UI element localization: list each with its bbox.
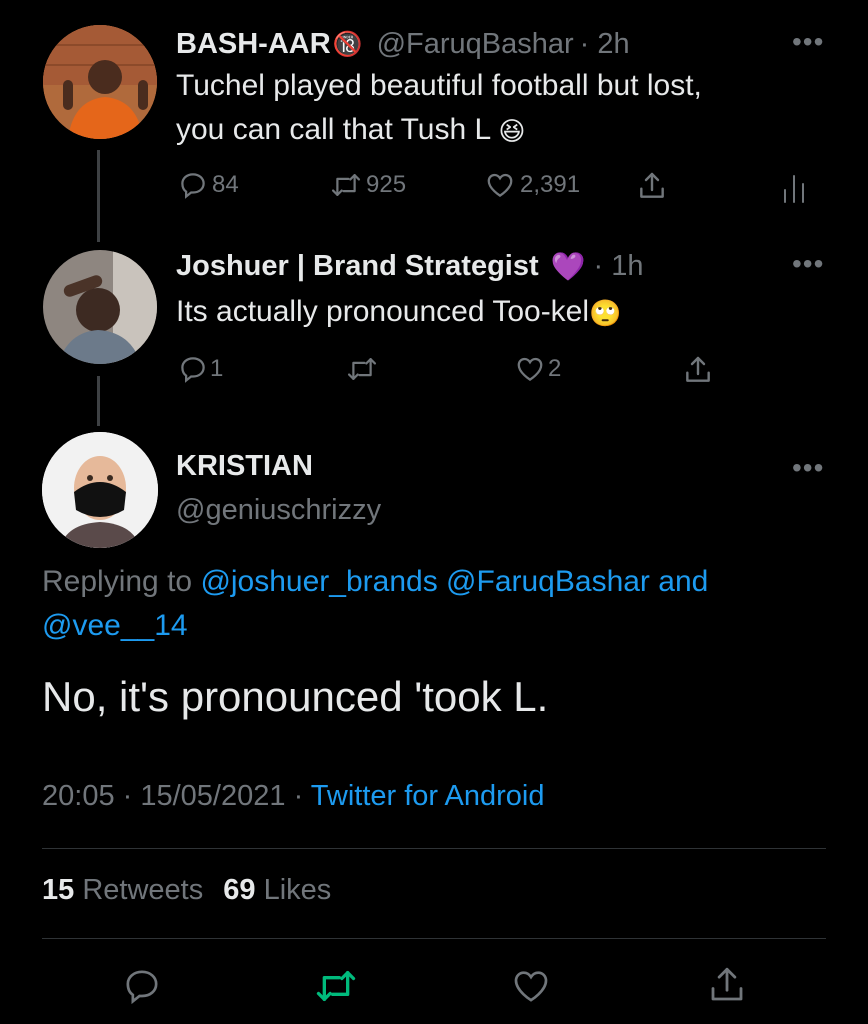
replying-to: Replying to @joshuer_brands @FaruqBashar… <box>42 565 709 642</box>
engagement-stats: 15 Retweets 69 Likes <box>42 874 331 907</box>
timestamp[interactable]: · 2h <box>580 28 630 61</box>
age-restricted-badge: 🔞 <box>332 30 363 58</box>
share-icon <box>640 172 664 198</box>
avatar[interactable] <box>42 432 158 548</box>
tweet-text: Its actually pronounced Too-kel🙄 <box>176 290 816 335</box>
heart-icon <box>517 357 543 381</box>
timestamp[interactable]: · 1h <box>594 250 644 283</box>
retweet-icon <box>316 971 356 1001</box>
mention-link[interactable]: @vee__14 <box>42 609 188 642</box>
tweet-text: Tuchel played beautiful football but los… <box>176 64 816 153</box>
retweet-button[interactable] <box>346 354 378 384</box>
divider <box>42 938 826 939</box>
reply-icon <box>181 357 205 383</box>
thread-line <box>97 376 100 426</box>
analytics-button[interactable] <box>782 170 806 204</box>
laughing-emoji: 😆 <box>498 116 526 147</box>
mention-link[interactable]: @joshuer_brands <box>200 565 437 598</box>
display-name[interactable]: BASH-AAR <box>176 28 331 61</box>
more-horizontal-icon[interactable]: ••• <box>792 248 824 280</box>
reply-button[interactable]: 84 <box>178 170 239 200</box>
likes-stat[interactable]: 69 Likes <box>223 874 331 906</box>
mention-link[interactable]: @FaruqBashar <box>446 565 650 598</box>
share-button[interactable] <box>636 170 668 202</box>
more-horizontal-icon[interactable]: ••• <box>792 26 824 58</box>
like-button[interactable]: 2,391 <box>484 170 580 200</box>
more-horizontal-icon[interactable]: ••• <box>792 452 824 484</box>
share-button[interactable] <box>682 354 714 386</box>
share-icon <box>686 356 710 382</box>
divider <box>42 848 826 849</box>
reply-icon <box>181 173 205 199</box>
tweet-text: No, it's pronounced 'took L. <box>42 673 549 720</box>
handle[interactable]: @FaruqBashar <box>377 28 574 61</box>
tweet-time: 20:05 <box>42 780 115 812</box>
reply-count: 84 <box>212 171 239 198</box>
eye-roll-emoji: 🙄 <box>589 298 622 329</box>
share-icon <box>711 967 743 1001</box>
handle[interactable]: @geniuschrizzy <box>176 494 381 527</box>
display-name[interactable]: Joshuer | Brand Strategist <box>176 250 539 283</box>
tweet-meta: 20:05 · 15/05/2021 · Twitter for Android <box>42 780 545 812</box>
retweet-button[interactable] <box>314 966 358 1006</box>
heart-icon <box>487 173 513 197</box>
reply-button[interactable]: 1 <box>178 354 223 384</box>
mention-link[interactable]: and <box>658 565 708 598</box>
share-button[interactable] <box>706 964 748 1006</box>
reply-icon <box>126 970 158 1005</box>
purple-heart-badge: 💜 <box>550 250 586 282</box>
analytics-icon <box>784 175 804 203</box>
like-button[interactable]: 2 <box>514 354 561 384</box>
like-count: 2,391 <box>520 171 581 198</box>
retweet-button[interactable]: 925 <box>330 170 406 200</box>
reply-count: 1 <box>210 355 224 382</box>
like-count: 2 <box>548 355 562 382</box>
source-link[interactable]: Twitter for Android <box>311 780 545 812</box>
avatar[interactable] <box>43 25 157 139</box>
retweet-icon <box>331 174 361 196</box>
retweets-stat[interactable]: 15 Retweets <box>42 874 211 906</box>
thread-line <box>97 150 100 242</box>
avatar[interactable] <box>43 250 157 364</box>
reply-button[interactable] <box>122 966 162 1006</box>
retweet-count: 925 <box>366 171 407 198</box>
tweet-date: 15/05/2021 <box>140 780 286 812</box>
retweet-icon <box>347 358 377 380</box>
like-button[interactable] <box>510 966 552 1006</box>
heart-icon <box>514 971 548 1002</box>
display-name[interactable]: KRISTIAN <box>176 450 313 483</box>
